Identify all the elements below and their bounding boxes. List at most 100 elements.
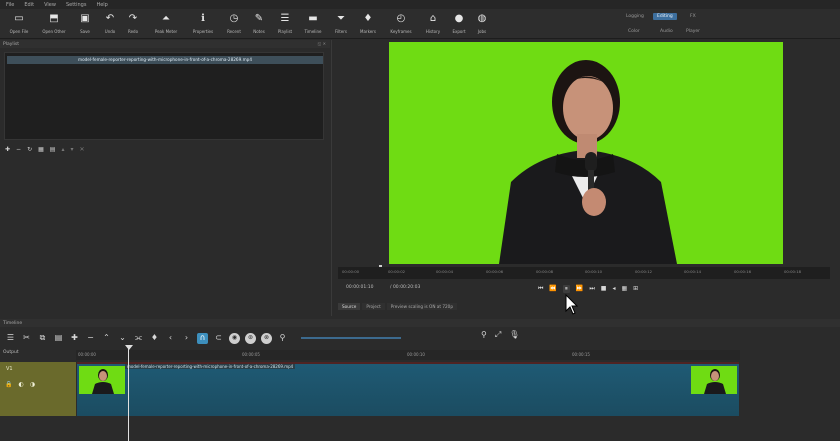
open-other-icon: ⬒ xyxy=(49,13,59,24)
volume-icon[interactable]: ◂ xyxy=(612,286,615,292)
playlist-icon: ☰ xyxy=(280,13,290,24)
track-controls: 🔒 ◐ ◑ xyxy=(5,381,35,388)
viewer-ruler[interactable]: 00:00:00 00:00:02 00:00:04 00:00:06 00:0… xyxy=(338,267,830,279)
panel-float-close-icon[interactable]: ◱ ✕ xyxy=(318,41,326,46)
timeline-tick: 00:00:05 xyxy=(242,352,260,357)
markers-button[interactable]: ♦ Markers xyxy=(353,10,383,38)
close-icon[interactable]: ✕ xyxy=(79,147,84,153)
history-icon: ⌂ xyxy=(429,13,437,24)
move-up-icon[interactable]: ▴ xyxy=(61,147,64,153)
zoom-out-icon[interactable]: ⚲ xyxy=(277,333,288,344)
mouse-cursor-icon xyxy=(565,294,579,315)
ripple-icon[interactable]: ◉ xyxy=(229,332,240,344)
copy-icon[interactable]: ⧉ xyxy=(37,333,48,344)
previous-marker-icon[interactable]: ‹ xyxy=(165,333,176,344)
grid-icon[interactable]: ▦ xyxy=(621,286,627,292)
add-icon[interactable]: ✚ xyxy=(5,147,10,153)
ripple-markers-icon[interactable]: ⊗ xyxy=(261,332,272,344)
open-other-button[interactable]: ⬒ Open Other xyxy=(39,10,69,38)
zoom-in-icon[interactable]: ⚲ xyxy=(481,330,487,340)
peak-meter-button[interactable]: ⏶ Peak Meter xyxy=(151,10,181,38)
timeline-ruler[interactable]: 00:00:00 00:00:05 00:00:10 00:00:15 xyxy=(76,350,740,360)
zoom-slider[interactable] xyxy=(301,337,401,339)
layout-switcher: Logging Editing FX Color Audio Player xyxy=(622,11,712,37)
next-marker-icon[interactable]: › xyxy=(181,333,192,344)
track-header-v1[interactable]: V1 🔒 ◐ ◑ xyxy=(0,362,76,416)
fast-forward-icon[interactable]: ⏩ xyxy=(576,286,583,292)
snap-icon[interactable]: ∩ xyxy=(197,332,208,344)
ruler-tick: 00:00:04 xyxy=(436,269,454,274)
notes-icon: ✎ xyxy=(254,13,264,24)
zoom-icon[interactable]: ⊞ xyxy=(633,286,638,292)
tab-source[interactable]: Source xyxy=(338,303,361,310)
playlist-item[interactable]: model-female-reporter-reporting-with-mic… xyxy=(7,56,323,64)
skip-next-icon[interactable]: ⏭ xyxy=(589,286,594,292)
recent-icon: ◷ xyxy=(229,13,239,24)
layout-logging[interactable]: Logging xyxy=(622,13,648,20)
tab-project[interactable]: Project xyxy=(362,303,385,310)
hide-icon[interactable]: ◐ xyxy=(18,381,23,388)
video-preview[interactable] xyxy=(389,42,783,264)
record-audio-icon[interactable]: 🎙 xyxy=(509,330,519,340)
ruler-tick: 00:00:10 xyxy=(585,269,603,274)
filters-button[interactable]: ⏷ Filters xyxy=(326,10,356,38)
layout-player[interactable]: Player xyxy=(682,28,704,35)
split-icon[interactable]: ⫘ xyxy=(133,333,144,344)
pause-icon[interactable]: ⏸ xyxy=(562,285,570,293)
transport-bar: 00:00:01:10 / 00:00:20:03 ⏮ ⏪ ⏸ ⏩ ⏭ ■ ◂ … xyxy=(338,282,830,296)
layout-editing[interactable]: Editing xyxy=(653,13,677,20)
timeline-playhead[interactable] xyxy=(128,347,129,441)
details-view-icon[interactable]: ▦ xyxy=(38,147,44,153)
playlist-button[interactable]: ☰ Playlist xyxy=(270,10,300,38)
jobs-button[interactable]: ◍ Jobs xyxy=(467,10,497,38)
tiles-view-icon[interactable]: ▤ xyxy=(50,147,56,153)
viewer-tabs: Source Project Preview scaling is ON at … xyxy=(338,303,457,310)
timeline-playhead-handle[interactable] xyxy=(125,345,133,350)
paste-icon[interactable]: ▤ xyxy=(53,333,64,344)
menu-view[interactable]: View xyxy=(44,2,56,8)
properties-button[interactable]: ℹ Properties xyxy=(188,10,218,38)
playlist-item-name: model-female-reporter-reporting-with-mic… xyxy=(78,57,252,62)
redo-button[interactable]: ↷ Redo xyxy=(118,10,148,38)
skip-previous-icon[interactable]: ⏮ xyxy=(538,286,543,292)
layout-color[interactable]: Color xyxy=(624,28,644,35)
panel-divider[interactable] xyxy=(331,40,332,316)
ruler-tick: 00:00:18 xyxy=(784,269,802,274)
open-file-icon: ▭ xyxy=(14,13,24,24)
append-icon[interactable]: ✚ xyxy=(69,333,80,344)
remove-icon[interactable]: − xyxy=(16,147,21,153)
ruler-tick: 00:00:06 xyxy=(486,269,504,274)
current-timecode[interactable]: 00:00:01:10 xyxy=(346,285,373,290)
total-duration: / 00:00:20:03 xyxy=(390,285,421,290)
timeline-clip[interactable]: model-female-reporter-reporting-with-mic… xyxy=(77,362,739,416)
move-down-icon[interactable]: ▾ xyxy=(70,147,73,153)
rewind-icon[interactable]: ⏪ xyxy=(549,286,556,292)
menu-edit[interactable]: Edit xyxy=(24,2,34,8)
overwrite-icon[interactable]: ⌄ xyxy=(117,333,128,344)
transport-controls: ⏮ ⏪ ⏸ ⏩ ⏭ ■ ◂ ▦ ⊞ xyxy=(538,283,638,295)
menu-settings[interactable]: Settings xyxy=(66,2,87,8)
marker-icon[interactable]: ♦ xyxy=(149,333,160,344)
menu-help[interactable]: Help xyxy=(96,2,107,8)
lock-icon[interactable]: 🔒 xyxy=(5,381,12,388)
ripple-all-icon[interactable]: ⊛ xyxy=(245,332,256,344)
scrub-icon[interactable]: ⊂ xyxy=(213,333,224,344)
ripple-delete-icon[interactable]: − xyxy=(85,333,96,344)
layout-fx[interactable]: FX xyxy=(686,13,700,20)
timeline-button[interactable]: ▬ Timeline xyxy=(298,10,328,38)
playlist-title: Playlist xyxy=(3,42,19,47)
menu-file[interactable]: File xyxy=(6,2,14,8)
ruler-tick: 00:00:12 xyxy=(635,269,653,274)
open-file-button[interactable]: ▭ Open File xyxy=(4,10,34,38)
update-icon[interactable]: ↻ xyxy=(27,147,32,153)
composite-icon[interactable]: ◑ xyxy=(30,381,35,388)
clip-title: model-female-reporter-reporting-with-mic… xyxy=(125,364,296,369)
output-label: Output xyxy=(3,350,19,355)
cut-icon[interactable]: ✂ xyxy=(21,333,32,344)
timeline-menu-icon[interactable]: ☰ xyxy=(5,333,16,344)
stop-icon[interactable]: ■ xyxy=(601,286,607,292)
zoom-fit-icon[interactable]: ⤢ xyxy=(495,330,501,340)
layout-audio[interactable]: Audio xyxy=(656,28,677,35)
keyframes-button[interactable]: ◴ Keyframes xyxy=(386,10,416,38)
lift-icon[interactable]: ⌃ xyxy=(101,333,112,344)
